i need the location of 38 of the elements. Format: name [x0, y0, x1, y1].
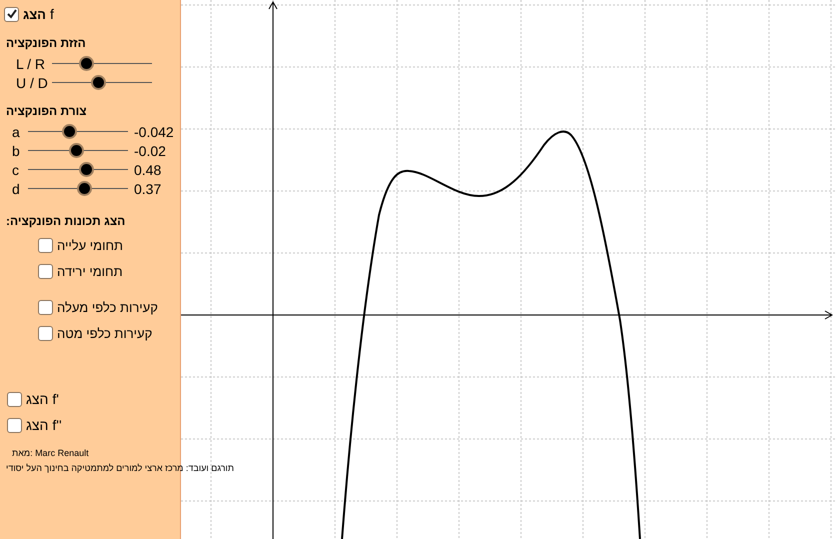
section-heading: הזזת הפונקציה: [5, 36, 87, 50]
checkbox-label: הצג: [26, 391, 48, 407]
function-name: f'': [52, 417, 62, 433]
slider-label: U / D: [16, 74, 49, 90]
checkbox[interactable]: [38, 300, 53, 314]
slider-value: -0.02: [134, 142, 166, 158]
checkbox[interactable]: [38, 238, 53, 252]
slider-thumb[interactable]: [79, 56, 94, 71]
slider-value: -0.042: [134, 124, 174, 140]
checkbox-label: קעירות כלפי מעלה: [57, 300, 158, 314]
slider-thumb[interactable]: [79, 162, 94, 177]
slider-value: 0.48: [134, 162, 162, 178]
checkbox-label: הצג: [26, 417, 48, 433]
slider-label: L / R: [16, 56, 46, 72]
checkbox[interactable]: [7, 418, 22, 432]
slider-label: d: [12, 180, 21, 196]
checkbox-label: תחומי עלייה: [57, 238, 124, 252]
checkbox[interactable]: [38, 264, 53, 278]
function-name: f: [50, 6, 54, 22]
function-name: f': [52, 391, 59, 407]
credit-text: תורגם ועובד: מרכז ארצי למורים למתמטיקה בחינוך העל יסודי: [5, 463, 235, 474]
checkbox-label: הצג: [23, 6, 46, 22]
checkbox-label: תחומי ירידה: [57, 264, 123, 278]
slider-thumb[interactable]: [69, 143, 84, 158]
slider-value: 0.37: [134, 180, 162, 196]
section-heading: הצג תכונות הפונקציה:: [5, 214, 126, 228]
credit-text: מאת: Marc Renault: [12, 448, 89, 459]
checkbox-label: קעירות כלפי מטה: [57, 326, 152, 340]
slider-label: a: [12, 124, 21, 140]
slider-thumb[interactable]: [77, 181, 92, 196]
checkbox[interactable]: [7, 392, 22, 406]
slider-thumb[interactable]: [91, 75, 106, 90]
slider-label: c: [12, 162, 20, 178]
checkbox[interactable]: [4, 6, 19, 22]
slider-label: b: [12, 142, 21, 158]
section-heading: צורת הפונקציה: [5, 104, 88, 118]
slider-thumb[interactable]: [62, 124, 77, 139]
checkbox[interactable]: [38, 326, 53, 340]
